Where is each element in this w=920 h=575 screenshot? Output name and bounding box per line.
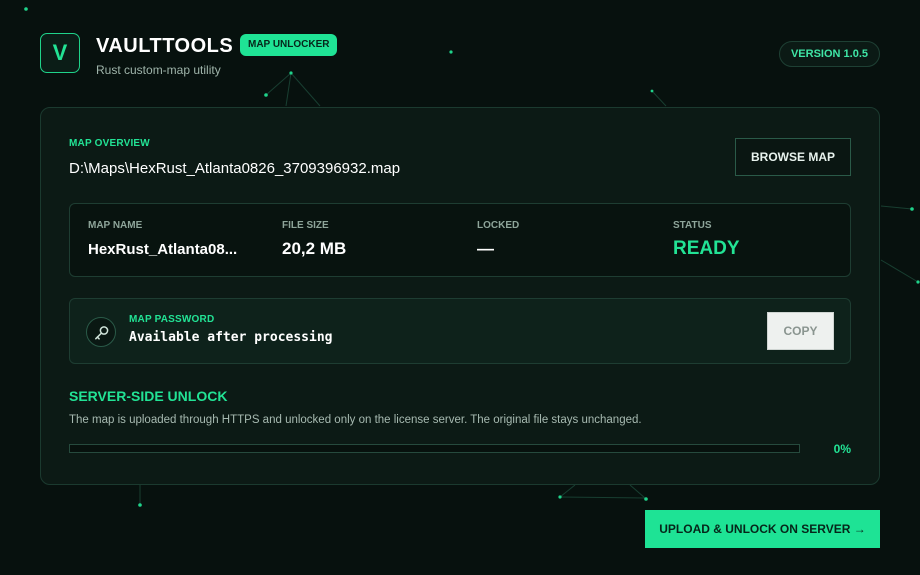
file-size-value: 20,2 MB (282, 239, 347, 258)
map-password-value: Available after processing (129, 330, 333, 345)
main-panel: MAP OVERVIEW D:\Maps\HexRust_Atlanta0826… (40, 107, 880, 485)
locked-label: LOCKED (477, 220, 520, 231)
status-cell: STATUS READY (673, 220, 853, 260)
map-unlocker-badge: MAP UNLOCKER (240, 34, 338, 56)
map-name-value: HexRust_Atlanta08... (88, 241, 238, 258)
app-title: VAULTTOOLS (96, 35, 234, 57)
key-icon (86, 317, 116, 347)
upload-progress-bar (69, 444, 800, 453)
map-info-grid: MAP NAME HexRust_Atlanta08... FILE SIZE … (69, 203, 851, 277)
app-logo: V (40, 33, 80, 73)
map-name-cell: MAP NAME HexRust_Atlanta08... (88, 220, 268, 258)
map-password-box: MAP PASSWORD Available after processing … (69, 298, 851, 364)
upload-unlock-button[interactable]: UPLOAD & UNLOCK ON SERVER → (645, 510, 880, 548)
server-unlock-title: SERVER-SIDE UNLOCK (69, 388, 228, 404)
server-unlock-description: The map is uploaded through HTTPS and un… (69, 414, 642, 426)
status-label: STATUS (673, 220, 712, 231)
app-header: V VAULTTOOLS MAP UNLOCKER Rust custom-ma… (40, 33, 880, 78)
map-name-label: MAP NAME (88, 220, 143, 231)
map-file-path: D:\Maps\HexRust_Atlanta0826_3709396932.m… (69, 160, 401, 177)
app-subtitle: Rust custom-map utility (96, 63, 221, 77)
locked-value: — (477, 239, 494, 258)
map-overview-label: MAP OVERVIEW (69, 138, 150, 149)
file-size-label: FILE SIZE (282, 220, 329, 231)
version-badge: VERSION 1.0.5 (779, 41, 880, 67)
browse-map-button[interactable]: BROWSE MAP (735, 138, 851, 176)
upload-progress-text: 0% (833, 442, 851, 456)
copy-password-button[interactable]: COPY (767, 312, 834, 350)
status-value: READY (673, 238, 740, 259)
map-password-label: MAP PASSWORD (129, 314, 215, 325)
locked-cell: LOCKED — (477, 220, 657, 259)
file-size-cell: FILE SIZE 20,2 MB (282, 220, 462, 259)
